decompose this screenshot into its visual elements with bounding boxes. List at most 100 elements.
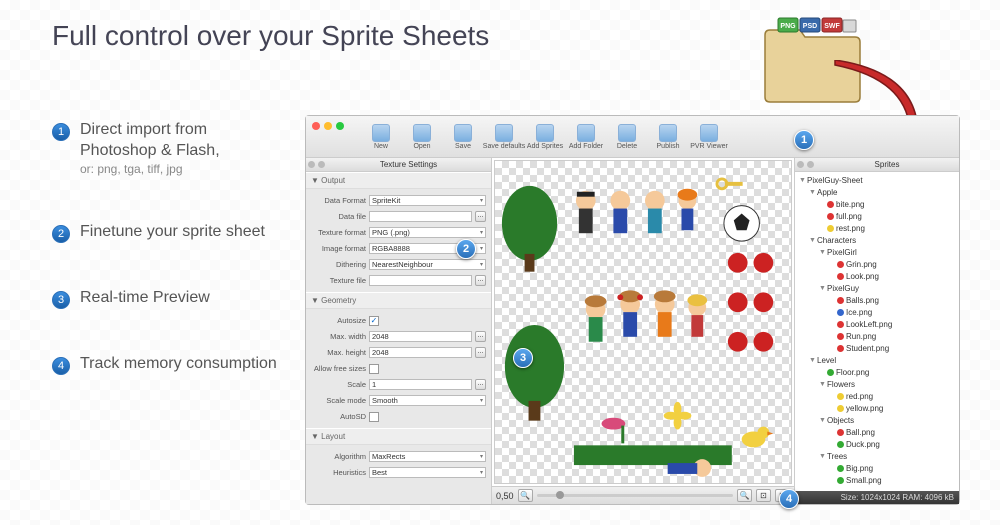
autosize-checkbox[interactable]: ✓	[369, 316, 379, 326]
window-controls[interactable]	[312, 122, 344, 130]
add-folder-button[interactable]: Add Folder	[566, 119, 606, 154]
pvr-viewer-button[interactable]: PVR Viewer	[689, 119, 729, 154]
max-width-browse-button[interactable]: ...	[475, 331, 486, 342]
max-height-browse-button[interactable]: ...	[475, 347, 486, 358]
allow-free-sizes-checkbox[interactable]	[369, 364, 379, 374]
sprite-icon	[837, 405, 844, 412]
dithering-dropdown[interactable]: NearestNeighbour▾	[369, 259, 486, 270]
tree-leaf[interactable]: Student.png	[797, 342, 957, 354]
texture-settings-panel: Texture Settings ▼ Output Data Format Sp…	[306, 158, 492, 504]
scale-browse-button[interactable]: ...	[475, 379, 486, 390]
texture-format-label: Texture format	[311, 228, 366, 237]
max-width-input[interactable]: 2048	[369, 331, 472, 342]
page-title: Full control over your Sprite Sheets	[52, 20, 489, 52]
tree-leaf[interactable]: rest.png	[797, 222, 957, 234]
layout-section-header[interactable]: ▼ Layout	[306, 428, 491, 445]
tree-leaf[interactable]: Balls.png	[797, 294, 957, 306]
tree-folder[interactable]: ▼PixelGirl	[797, 246, 957, 258]
tree-leaf[interactable]: Ice.png	[797, 306, 957, 318]
sprite-icon	[837, 297, 844, 304]
open-button[interactable]: Open	[402, 119, 442, 154]
publish-icon	[659, 124, 677, 142]
scale-input[interactable]: 1	[369, 379, 472, 390]
new-icon	[372, 124, 390, 142]
heuristics-dropdown[interactable]: Best▾	[369, 467, 486, 478]
texture-file-label: Texture file	[311, 276, 366, 285]
settings-panel-header: Texture Settings	[306, 158, 491, 172]
sprite-icon	[837, 261, 844, 268]
data-file-input[interactable]	[369, 211, 472, 222]
callout-badge-3: 3	[513, 348, 533, 368]
feature-item-2: 2 Finetune your sprite sheet	[52, 222, 287, 243]
texture-file-browse-button[interactable]: ...	[475, 275, 486, 286]
tree-folder[interactable]: ▼Trees	[797, 450, 957, 462]
sprite-icon	[837, 273, 844, 280]
tree-folder[interactable]: ▼Flowers	[797, 378, 957, 390]
sprite-tree[interactable]: ▼PixelGuy-Sheet▼Applebite.pngfull.pngres…	[795, 172, 959, 491]
auto-sd-label: AutoSD	[311, 412, 366, 421]
tree-folder[interactable]: ▼Apple	[797, 186, 957, 198]
preview-statusbar: 0,50 🔍 🔍 ⊡ ⊞	[492, 486, 794, 504]
callout-badge-2: 2	[456, 239, 476, 259]
pvr-viewer-icon	[700, 124, 718, 142]
open-icon	[413, 124, 431, 142]
auto-sd-checkbox[interactable]	[369, 412, 379, 422]
data-format-dropdown[interactable]: SpriteKit▾	[369, 195, 486, 206]
callout-badge-1: 1	[794, 130, 814, 150]
sprites-panel-header: Sprites	[795, 158, 959, 172]
chevron-down-icon: ▼	[819, 381, 825, 388]
tree-folder[interactable]: ▼PixelGuy	[797, 282, 957, 294]
tree-leaf[interactable]: bite.png	[797, 198, 957, 210]
texture-format-dropdown[interactable]: PNG (.png)▾	[369, 227, 486, 238]
data-file-browse-button[interactable]: ...	[475, 211, 486, 222]
svg-text:SWF: SWF	[824, 23, 840, 30]
tree-leaf[interactable]: Run.png	[797, 330, 957, 342]
texture-file-input[interactable]	[369, 275, 472, 286]
zoom-in-button[interactable]: 🔍	[737, 489, 752, 502]
tree-folder[interactable]: ▼PixelGuy-Sheet	[797, 174, 957, 186]
minimize-icon	[324, 122, 332, 130]
tree-folder[interactable]: ▼Level	[797, 354, 957, 366]
svg-text:PSD: PSD	[803, 23, 817, 30]
chevron-down-icon: ▼	[799, 177, 805, 184]
sprite-canvas[interactable]	[494, 160, 792, 484]
sprite-icon	[837, 477, 844, 484]
add-sprites-button[interactable]: Add Sprites	[525, 119, 565, 154]
tree-leaf[interactable]: Floor.png	[797, 366, 957, 378]
tree-leaf[interactable]: Grin.png	[797, 258, 957, 270]
sprites-panel: Sprites ▼PixelGuy-Sheet▼Applebite.pngful…	[794, 158, 959, 504]
max-height-input[interactable]: 2048	[369, 347, 472, 358]
tree-leaf[interactable]: yellow.png	[797, 402, 957, 414]
add-folder-icon	[577, 124, 595, 142]
zoom-out-button[interactable]: 🔍	[518, 489, 533, 502]
sprite-icon	[837, 393, 844, 400]
algorithm-dropdown[interactable]: MaxRects▾	[369, 451, 486, 462]
tree-leaf[interactable]: Big.png	[797, 462, 957, 474]
publish-button[interactable]: Publish	[648, 119, 688, 154]
output-section-header[interactable]: ▼ Output	[306, 172, 491, 189]
feature-item-1: 1 Direct import from Photoshop & Flash,o…	[52, 120, 287, 177]
sprite-icon	[837, 321, 844, 328]
tree-leaf[interactable]: red.png	[797, 390, 957, 402]
maximize-icon	[336, 122, 344, 130]
svg-text:PNG: PNG	[780, 23, 796, 30]
callout-badge-4: 4	[779, 489, 799, 509]
geometry-section-header[interactable]: ▼ Geometry	[306, 292, 491, 309]
scale-mode-dropdown[interactable]: Smooth▾	[369, 395, 486, 406]
tree-leaf[interactable]: LookLeft.png	[797, 318, 957, 330]
tree-leaf[interactable]: Duck.png	[797, 438, 957, 450]
save-button[interactable]: Save	[443, 119, 483, 154]
tree-leaf[interactable]: Small.png	[797, 474, 957, 486]
zoom-slider[interactable]	[537, 494, 733, 497]
tree-leaf[interactable]: Look.png	[797, 270, 957, 282]
save-defaults-button[interactable]: Save defaults	[484, 119, 524, 154]
tree-folder[interactable]: ▼Characters	[797, 234, 957, 246]
tree-leaf[interactable]: Ball.png	[797, 426, 957, 438]
delete-button[interactable]: Delete	[607, 119, 647, 154]
new-button[interactable]: New	[361, 119, 401, 154]
tree-leaf[interactable]: full.png	[797, 210, 957, 222]
feature-badge: 1	[52, 123, 70, 141]
tree-folder[interactable]: ▼Objects	[797, 414, 957, 426]
zoom-fit-button[interactable]: ⊡	[756, 489, 771, 502]
chevron-down-icon: ▼	[819, 417, 825, 424]
